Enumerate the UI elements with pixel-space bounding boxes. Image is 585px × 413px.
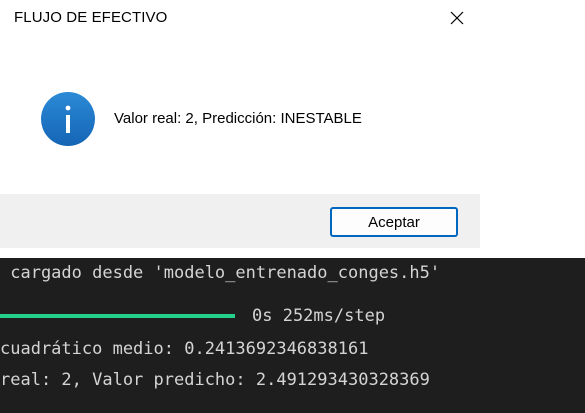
- message-dialog: FLUJO DE EFECTIVO Valor real: 2, Predicc…: [0, 0, 480, 248]
- dialog-title: FLUJO DE EFECTIVO: [14, 9, 168, 26]
- info-icon: [41, 92, 95, 146]
- terminal-output: cargado desde 'modelo_entrenado_conges.h…: [0, 258, 585, 413]
- ok-button[interactable]: Aceptar: [330, 207, 458, 237]
- terminal-line-model-loaded: cargado desde 'modelo_entrenado_conges.h…: [0, 263, 441, 283]
- progress-timing: 0s 252ms/step: [252, 306, 386, 326]
- dialog-message: Valor real: 2, Predicción: INESTABLE: [114, 110, 362, 127]
- progress-bar: [0, 314, 235, 318]
- terminal-line-mse: cuadrático medio: 0.2413692346838161: [0, 339, 369, 359]
- dialog-footer: Aceptar: [0, 194, 480, 248]
- close-button[interactable]: [434, 0, 480, 36]
- terminal-line-prediction: real: 2, Valor predicho: 2.4912934303283…: [0, 370, 430, 390]
- dialog-content: Valor real: 2, Predicción: INESTABLE: [0, 44, 480, 194]
- close-icon: [450, 11, 464, 25]
- dialog-titlebar: FLUJO DE EFECTIVO: [0, 0, 480, 44]
